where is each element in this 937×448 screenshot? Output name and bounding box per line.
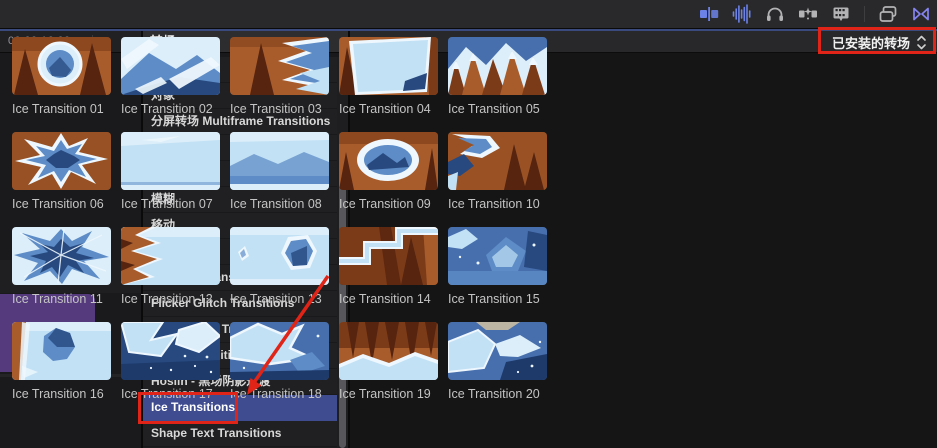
transition-thumbnail[interactable] <box>448 227 547 285</box>
transition-label: Ice Transition 19 <box>339 387 438 401</box>
timeline-index-icon[interactable] <box>699 4 719 24</box>
transition-cell: Ice Transition 03 <box>230 37 329 116</box>
transition-cell: Ice Transition 13 <box>230 227 329 306</box>
transition-thumbnail[interactable] <box>448 37 547 95</box>
transition-label: Ice Transition 08 <box>230 197 329 211</box>
transition-cell: Ice Transition 07 <box>121 132 220 211</box>
transition-cell: Ice Transition 02 <box>121 37 220 116</box>
toolbar <box>0 0 937 29</box>
transition-label: Ice Transition 15 <box>448 292 547 306</box>
transition-thumbnail[interactable] <box>339 227 438 285</box>
transition-cell: Ice Transition 05 <box>448 37 547 116</box>
transition-thumbnail[interactable] <box>230 322 329 380</box>
transition-cell: Ice Transition 19 <box>339 322 438 401</box>
installed-transitions-dropdown[interactable]: 已安装的转场 <box>832 31 927 53</box>
transition-thumbnail[interactable] <box>121 322 220 380</box>
transition-thumbnail[interactable] <box>121 37 220 95</box>
transition-cell: Ice Transition 17 <box>121 322 220 401</box>
transition-thumbnail[interactable] <box>230 227 329 285</box>
transition-cell: Ice Transition 08 <box>230 132 329 211</box>
transitions-grid: Ice Transition 01 Ice Transition 02 Ice Tr… <box>12 37 547 401</box>
transition-label: Ice Transition 07 <box>121 197 220 211</box>
transition-thumbnail[interactable] <box>230 37 329 95</box>
transition-thumbnail[interactable] <box>121 227 220 285</box>
transition-label: Ice Transition 20 <box>448 387 547 401</box>
transition-cell: Ice Transition 11 <box>12 227 111 306</box>
transition-label: Ice Transition 11 <box>12 292 111 306</box>
transition-cell: Ice Transition 04 <box>339 37 438 116</box>
transition-thumbnail[interactable] <box>12 132 111 190</box>
sidebar-item-shape-text-transitions[interactable]: Shape Text Transitions <box>143 421 337 447</box>
toolbar-icons <box>699 0 931 28</box>
transition-cell: Ice Transition 12 <box>121 227 220 306</box>
transition-thumbnail[interactable] <box>12 227 111 285</box>
transition-label: Ice Transition 12 <box>121 292 220 306</box>
transition-thumbnail[interactable] <box>339 322 438 380</box>
effects-browser-icon[interactable] <box>798 4 818 24</box>
transition-label: Ice Transition 10 <box>448 197 547 211</box>
audio-meters-icon[interactable] <box>732 4 752 24</box>
transition-thumbnail[interactable] <box>448 322 547 380</box>
transition-cell: Ice Transition 15 <box>448 227 547 306</box>
transition-label: Ice Transition 05 <box>448 102 547 116</box>
transition-label: Ice Transition 16 <box>12 387 111 401</box>
transition-cell: Ice Transition 18 <box>230 322 329 401</box>
toolbar-separator <box>864 6 865 22</box>
transition-thumbnail[interactable] <box>121 132 220 190</box>
headphones-icon[interactable] <box>765 4 785 24</box>
transition-thumbnail[interactable] <box>230 132 329 190</box>
transition-label: Ice Transition 18 <box>230 387 329 401</box>
transition-cell: Ice Transition 06 <box>12 132 111 211</box>
dropdown-label: 已安装的转场 <box>832 33 910 52</box>
transition-cell: Ice Transition 09 <box>339 132 438 211</box>
transition-cell: Ice Transition 20 <box>448 322 547 401</box>
transition-cell: Ice Transition 01 <box>12 37 111 116</box>
transition-thumbnail[interactable] <box>12 37 111 95</box>
transition-label: Ice Transition 02 <box>121 102 220 116</box>
transition-label: Ice Transition 17 <box>121 387 220 401</box>
transition-label: Ice Transition 03 <box>230 102 329 116</box>
photos-browser-icon[interactable] <box>878 4 898 24</box>
transition-label: Ice Transition 09 <box>339 197 438 211</box>
transition-thumbnail[interactable] <box>12 322 111 380</box>
transition-thumbnail[interactable] <box>339 37 438 95</box>
media-browser-icon[interactable] <box>831 4 851 24</box>
transition-label: Ice Transition 06 <box>12 197 111 211</box>
chevron-updown-icon <box>916 35 927 50</box>
transition-label: Ice Transition 01 <box>12 102 111 116</box>
transition-cell: Ice Transition 16 <box>12 322 111 401</box>
transitions-browser-icon[interactable] <box>911 4 931 24</box>
transition-cell: Ice Transition 14 <box>339 227 438 306</box>
transition-label: Ice Transition 14 <box>339 292 438 306</box>
transition-cell: Ice Transition 10 <box>448 132 547 211</box>
transition-thumbnail[interactable] <box>339 132 438 190</box>
transition-label: Ice Transition 13 <box>230 292 329 306</box>
transition-label: Ice Transition 04 <box>339 102 438 116</box>
app-window: 00:00:16:00 转场 叠化对象分屏转场 Multiframe Trans… <box>0 0 937 448</box>
transition-thumbnail[interactable] <box>448 132 547 190</box>
